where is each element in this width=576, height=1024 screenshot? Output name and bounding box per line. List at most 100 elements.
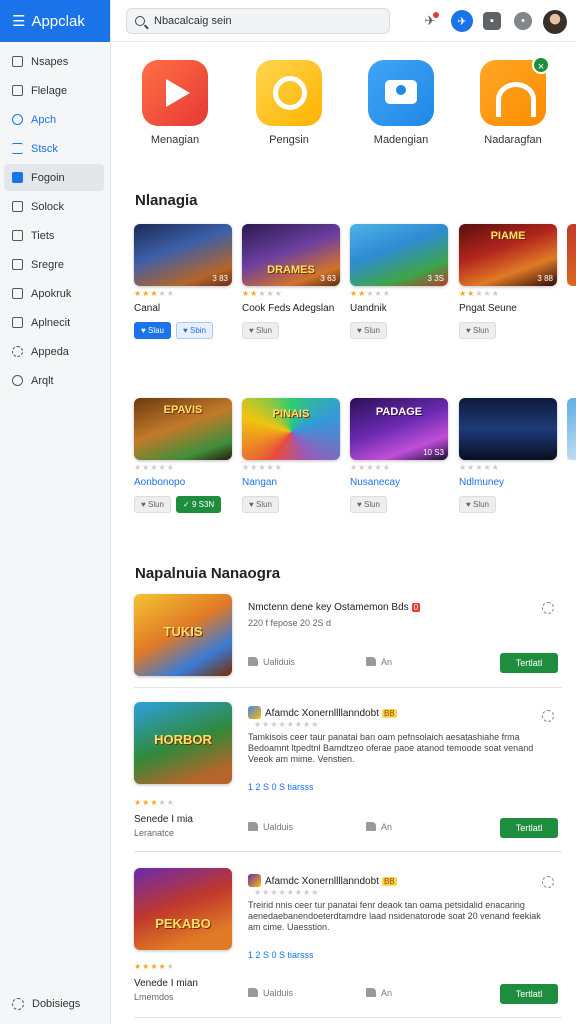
search-input[interactable] bbox=[154, 15, 364, 27]
sidebar-item-arqlt[interactable]: Arqlt bbox=[4, 367, 104, 394]
button-label: Slun bbox=[363, 500, 380, 509]
game-card-partial[interactable] bbox=[567, 224, 576, 286]
game-card[interactable]: 3 83 ★★★★★ Canal ♥ Slau ♥ Sbin bbox=[134, 224, 234, 339]
thumbs-up-icon bbox=[366, 657, 376, 666]
sidebar-item-label: Tiets bbox=[31, 229, 55, 242]
install-button[interactable]: Tertlatl bbox=[500, 653, 558, 673]
download-count[interactable]: An bbox=[366, 822, 392, 832]
game-thumbnail[interactable] bbox=[567, 224, 576, 286]
like-button[interactable]: Ualduis bbox=[248, 822, 293, 832]
sidebar-item-apokruk[interactable]: Apokruk bbox=[4, 280, 104, 307]
gear-icon[interactable] bbox=[542, 710, 554, 722]
thumbnail-title: HORBOR bbox=[154, 732, 212, 747]
featured-app[interactable]: Madengian bbox=[355, 60, 447, 146]
download-count[interactable]: An bbox=[366, 988, 392, 998]
like-button[interactable]: Ualiduis bbox=[248, 657, 295, 667]
featured-app[interactable]: Pengsin bbox=[243, 60, 335, 146]
game-thumbnail[interactable]: EPAVIS bbox=[134, 398, 232, 460]
game-thumbnail[interactable]: PADAGE 10 S3 bbox=[350, 398, 448, 460]
list-item[interactable]: PEKABO ★★★★★ Venede I mian Lmemdos Afamd… bbox=[134, 868, 562, 1018]
sidebar-item-nsapes[interactable]: Nsapes bbox=[4, 48, 104, 75]
square-icon bbox=[12, 288, 23, 299]
sidebar-item-solock[interactable]: Solock bbox=[4, 193, 104, 220]
install-button[interactable]: Tertlatl bbox=[500, 984, 558, 1004]
game-card[interactable]: EPAVIS ★★★★★ Aonbonopo ♥ Slun ✓ 9 S3N bbox=[134, 398, 234, 513]
sidebar-item-aplnecit[interactable]: Aplnecit bbox=[4, 309, 104, 336]
game-card[interactable]: 3 3S ★★★★★ Uandnik ♥ Slun bbox=[350, 224, 450, 339]
heart-icon: ♥ bbox=[249, 326, 256, 335]
wishlist-button[interactable]: ♥ Slun bbox=[134, 496, 171, 513]
sidebar-item-label: Flelage bbox=[31, 84, 68, 97]
sidebar-footer[interactable]: Dobisiegs bbox=[12, 998, 80, 1010]
featured-app[interactable]: × Nadaragfan bbox=[467, 56, 559, 146]
wishlist-button[interactable]: ♥ Slau bbox=[134, 322, 171, 339]
section-title: Nlanagia bbox=[135, 192, 198, 209]
game-thumbnail[interactable]: 3 3S bbox=[350, 224, 448, 286]
game-thumbnail[interactable] bbox=[567, 398, 576, 460]
heart-icon: ♥ bbox=[357, 500, 364, 509]
game-card[interactable]: PIAME 3 88 ★★★★★ Pngat Seune ♥ Slun bbox=[459, 224, 559, 339]
game-card[interactable]: PADAGE 10 S3 ★★★★★ Nusanecay ♥ Slun bbox=[350, 398, 450, 513]
settings-icon bbox=[12, 998, 24, 1010]
game-card[interactable]: DRAMES 3 63 ★★★★★ Cook Feds Adegslan ♥ S… bbox=[242, 224, 342, 339]
game-name[interactable]: Nangan bbox=[242, 477, 342, 488]
game-card-partial[interactable] bbox=[567, 398, 576, 460]
sidebar-item-fogoin[interactable]: Fogoin bbox=[4, 164, 104, 191]
sidebar-item-label: Fogoin bbox=[31, 171, 65, 184]
featured-app-name: Pengsin bbox=[269, 134, 309, 146]
notification-icon[interactable]: ✈ bbox=[419, 10, 441, 32]
download-count[interactable]: An bbox=[366, 657, 392, 667]
game-name: Canal bbox=[134, 303, 161, 314]
game-card[interactable]: ★★★★★ Ndlmuney ♥ Slun bbox=[459, 398, 559, 513]
thumbnail-title: EPAVIS bbox=[163, 404, 203, 416]
wishlist-button[interactable]: ♥ Slun bbox=[242, 322, 279, 339]
sidebar-item-stsck[interactable]: Stsck bbox=[4, 135, 104, 162]
rating-stars: ★★★★★ bbox=[134, 463, 175, 472]
wishlist-button[interactable]: ♥ Slun bbox=[350, 496, 387, 513]
sidebar-item-sregre[interactable]: Sregre bbox=[4, 251, 104, 278]
game-thumbnail[interactable]: 3 83 bbox=[134, 224, 232, 286]
title-text: Afamdc Xonernllllanndobt bbox=[265, 876, 379, 887]
button-label: Slun bbox=[255, 326, 272, 335]
info-icon[interactable]: • bbox=[514, 12, 532, 30]
game-thumbnail[interactable]: PIAME 3 88 bbox=[459, 224, 557, 286]
wishlist-button[interactable]: ♥ Slun bbox=[459, 322, 496, 339]
tile-icon[interactable]: ▪ bbox=[483, 12, 501, 30]
sidebar-item-appeda[interactable]: Appeda bbox=[4, 338, 104, 365]
avatar[interactable] bbox=[543, 10, 567, 34]
game-thumbnail[interactable]: PEKABO bbox=[134, 868, 232, 950]
download-label: An bbox=[381, 822, 393, 832]
shield-icon bbox=[12, 375, 23, 386]
wishlist-button[interactable]: ♥ Slun bbox=[350, 322, 387, 339]
search-box[interactable] bbox=[126, 8, 390, 34]
list-item[interactable]: HORBOR ★★★★★ Senede I mia Leranatce Afam… bbox=[134, 702, 562, 852]
sidebar-item-tiets[interactable]: Tiets bbox=[4, 222, 104, 249]
menu-icon[interactable]: ☰ bbox=[12, 12, 25, 30]
game-name[interactable]: Ndlmuney bbox=[459, 477, 559, 488]
download-label: An bbox=[381, 657, 393, 667]
install-button[interactable]: ✓ 9 S3N bbox=[176, 496, 222, 513]
game-thumbnail[interactable]: HORBOR bbox=[134, 702, 232, 784]
featured-app-name: Madengian bbox=[373, 134, 429, 146]
sidebar-item-flelage[interactable]: Flelage bbox=[4, 77, 104, 104]
wishlist-button[interactable]: ♥ Slun bbox=[459, 496, 496, 513]
game-name[interactable]: Nusanecay bbox=[350, 477, 450, 488]
featured-app[interactable]: Menagian bbox=[129, 60, 221, 146]
share-button[interactable]: ♥ Sbin bbox=[176, 322, 213, 339]
game-thumbnail[interactable]: TUKIS bbox=[134, 594, 232, 676]
game-card[interactable]: PINAIS ★★★★★ Nangan ♥ Slun bbox=[242, 398, 342, 513]
app-brand[interactable]: ☰ Appclak bbox=[0, 0, 110, 42]
gear-icon[interactable] bbox=[542, 876, 554, 888]
like-label: Ualduis bbox=[263, 822, 294, 832]
like-button[interactable]: Ualduis bbox=[248, 988, 293, 998]
game-name[interactable]: Aonbonopo bbox=[134, 477, 234, 488]
plane-icon[interactable]: ✈ bbox=[451, 10, 473, 32]
sidebar-item-apch[interactable]: Apch bbox=[4, 106, 104, 133]
wishlist-button[interactable]: ♥ Slun bbox=[242, 496, 279, 513]
install-button[interactable]: Tertlatl bbox=[500, 818, 558, 838]
game-thumbnail[interactable]: DRAMES 3 63 bbox=[242, 224, 340, 286]
game-thumbnail[interactable]: PINAIS bbox=[242, 398, 340, 460]
game-thumbnail[interactable] bbox=[459, 398, 557, 460]
list-item[interactable]: TUKIS Nmctenn dene key Ostamemon Bds 0 22… bbox=[134, 594, 562, 688]
gear-icon[interactable] bbox=[542, 602, 554, 614]
